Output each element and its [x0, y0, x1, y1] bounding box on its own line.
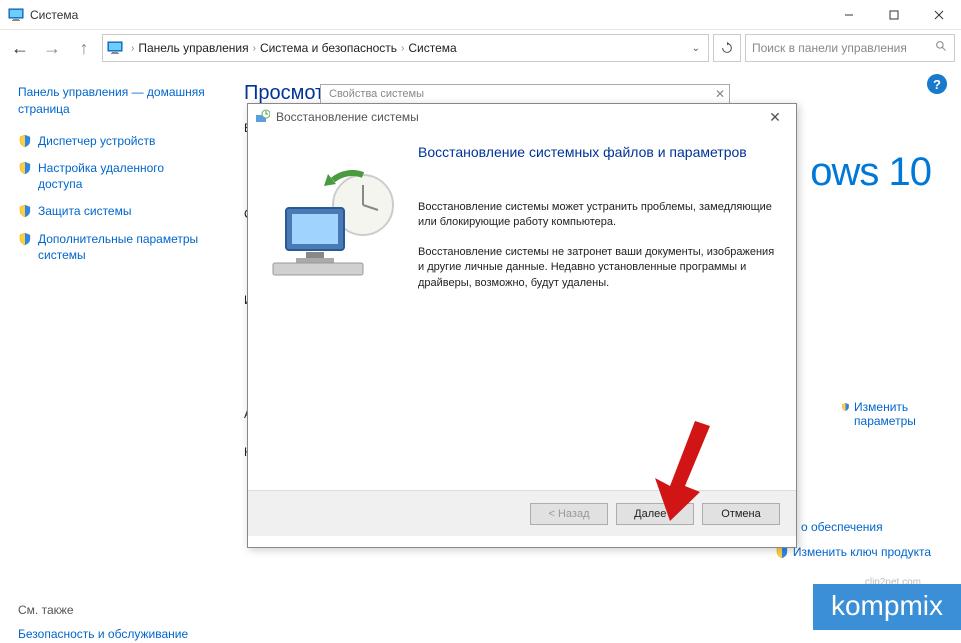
windows-10-branding: ows 10	[810, 150, 931, 195]
toolbar: ← → ↑ › Панель управления › Система и бе…	[0, 30, 961, 66]
back-button[interactable]: ←	[6, 34, 34, 62]
breadcrumb-item[interactable]: Панель управления	[138, 41, 248, 55]
close-icon[interactable]: ✕	[715, 87, 725, 101]
close-icon[interactable]: ✕	[760, 109, 790, 126]
close-button[interactable]	[916, 0, 961, 30]
dialog-header: Восстановление системы ✕	[248, 104, 796, 130]
license-terms-link[interactable]: о обеспечения	[801, 520, 931, 534]
forward-button[interactable]: →	[38, 34, 66, 62]
system-icon	[8, 7, 24, 23]
minimize-button[interactable]	[826, 0, 871, 30]
link-label: Изменить параметры	[854, 400, 931, 428]
shield-icon	[18, 134, 32, 148]
chevron-down-icon[interactable]: ⌄	[692, 43, 704, 54]
system-properties-dialog: Свойства системы ✕	[320, 84, 730, 104]
sidebar-device-manager[interactable]: Диспетчер устройств	[18, 134, 208, 150]
link-label: о обеспечения	[801, 520, 883, 534]
sidebar-item-label: Настройка удаленного доступа	[38, 161, 208, 192]
monitor-icon	[107, 40, 123, 56]
breadcrumb-sep: ›	[131, 43, 134, 54]
sidebar-item-label: Защита системы	[38, 204, 131, 220]
shield-icon	[841, 400, 850, 414]
up-button[interactable]: ↑	[70, 34, 98, 62]
sidebar-item-label: Дополнительные параметры системы	[38, 232, 208, 263]
titlebar: Система	[0, 0, 961, 30]
refresh-button[interactable]	[713, 34, 741, 62]
dialog-text: Восстановление системных файлов и параме…	[418, 140, 776, 480]
sidebar-remote-access[interactable]: Настройка удаленного доступа	[18, 161, 208, 192]
dialog-title: Свойства системы	[321, 85, 729, 103]
shield-icon	[18, 161, 32, 175]
dialog-heading: Восстановление системных файлов и параме…	[418, 144, 776, 160]
breadcrumb-item[interactable]: Система	[408, 41, 456, 55]
restore-icon	[254, 109, 270, 125]
control-panel-home-link[interactable]: Панель управления — домашняя страница	[18, 84, 208, 118]
sidebar: Панель управления — домашняя страница Ди…	[0, 66, 220, 630]
breadcrumb[interactable]: › Панель управления › Система и безопасн…	[102, 34, 709, 62]
search-placeholder: Поиск в панели управления	[752, 41, 935, 55]
shield-icon	[18, 204, 32, 218]
sidebar-adv-system[interactable]: Дополнительные параметры системы	[18, 232, 208, 263]
dialog-title: Восстановление системы	[276, 110, 760, 124]
see-also-label: См. также	[18, 603, 208, 617]
link-label: Изменить ключ продукта	[793, 545, 931, 559]
breadcrumb-sep: ›	[401, 43, 404, 54]
shield-icon	[18, 232, 32, 246]
dialog-footer: < Назад Далее > Отмена	[248, 490, 796, 536]
sidebar-system-protection[interactable]: Защита системы	[18, 204, 208, 220]
security-maintenance-link[interactable]: Безопасность и обслуживание	[18, 627, 208, 643]
restore-illustration	[268, 170, 398, 280]
breadcrumb-sep: ›	[253, 43, 256, 54]
maximize-button[interactable]	[871, 0, 916, 30]
dialog-paragraph: Восстановление системы может устранить п…	[418, 200, 776, 231]
system-restore-dialog: Восстановление системы ✕ Восстановление …	[247, 103, 797, 548]
next-button[interactable]: Далее >	[616, 503, 694, 525]
dialog-paragraph: Восстановление системы не затронет ваши …	[418, 245, 776, 291]
search-input[interactable]: Поиск в панели управления	[745, 34, 955, 62]
cancel-button[interactable]: Отмена	[702, 503, 780, 525]
watermark: kompmix	[813, 584, 961, 630]
back-button: < Назад	[530, 503, 608, 525]
window-title: Система	[30, 8, 826, 22]
sidebar-item-label: Диспетчер устройств	[38, 134, 155, 150]
breadcrumb-item[interactable]: Система и безопасность	[260, 41, 397, 55]
dialog-body: Восстановление системных файлов и параме…	[248, 130, 796, 490]
search-icon	[935, 40, 948, 56]
change-settings-link[interactable]: Изменить параметры	[841, 400, 931, 428]
change-product-key-link[interactable]: Изменить ключ продукта	[775, 545, 931, 559]
